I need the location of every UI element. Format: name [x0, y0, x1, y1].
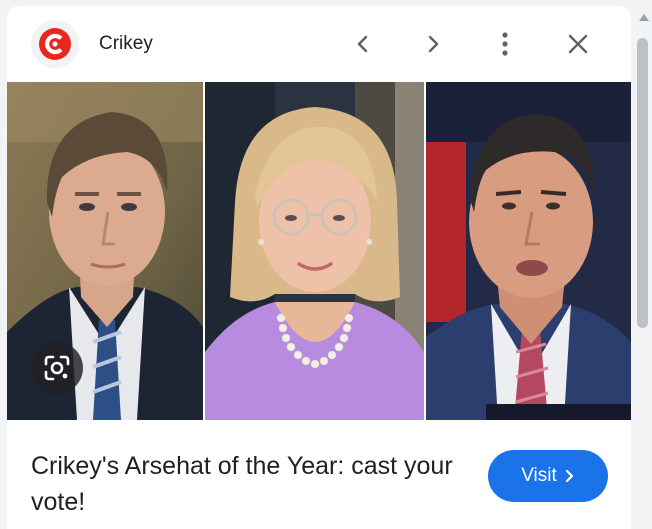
preview-image[interactable] — [7, 82, 631, 420]
more-options-button[interactable] — [487, 26, 523, 62]
google-lens-button[interactable] — [31, 342, 83, 394]
preview-header: Crikey — [7, 6, 631, 82]
visit-label: Visit — [521, 465, 557, 486]
scrollbar[interactable] — [636, 14, 650, 529]
photo-woman-pearls — [205, 82, 424, 420]
close-icon — [568, 34, 588, 54]
chevron-left-icon — [357, 35, 368, 53]
article-title[interactable]: Crikey's Arsehat of the Year: cast your … — [31, 448, 461, 520]
previous-button[interactable] — [345, 26, 381, 62]
chevron-right-icon — [428, 35, 439, 53]
scrollbar-thumb[interactable] — [637, 38, 648, 328]
google-lens-icon — [44, 355, 70, 381]
crikey-logo-icon — [39, 28, 71, 60]
more-vert-icon — [502, 32, 508, 56]
chevron-right-icon — [565, 469, 573, 483]
visit-button[interactable]: Visit — [488, 450, 608, 502]
close-button[interactable] — [560, 26, 596, 62]
next-button[interactable] — [415, 26, 451, 62]
scroll-up-arrow-icon[interactable] — [639, 14, 649, 21]
source-name[interactable]: Crikey — [99, 32, 153, 56]
image-preview-panel: Crikey Crikey's Arsehat of the Year: cas… — [7, 6, 631, 529]
photo-man-pink-tie — [426, 82, 631, 420]
photo-man-pink-tie-graphic — [426, 82, 631, 420]
photo-woman-pearls-graphic — [205, 82, 424, 420]
preview-footer: Crikey's Arsehat of the Year: cast your … — [7, 420, 631, 529]
source-logo[interactable] — [31, 20, 79, 68]
